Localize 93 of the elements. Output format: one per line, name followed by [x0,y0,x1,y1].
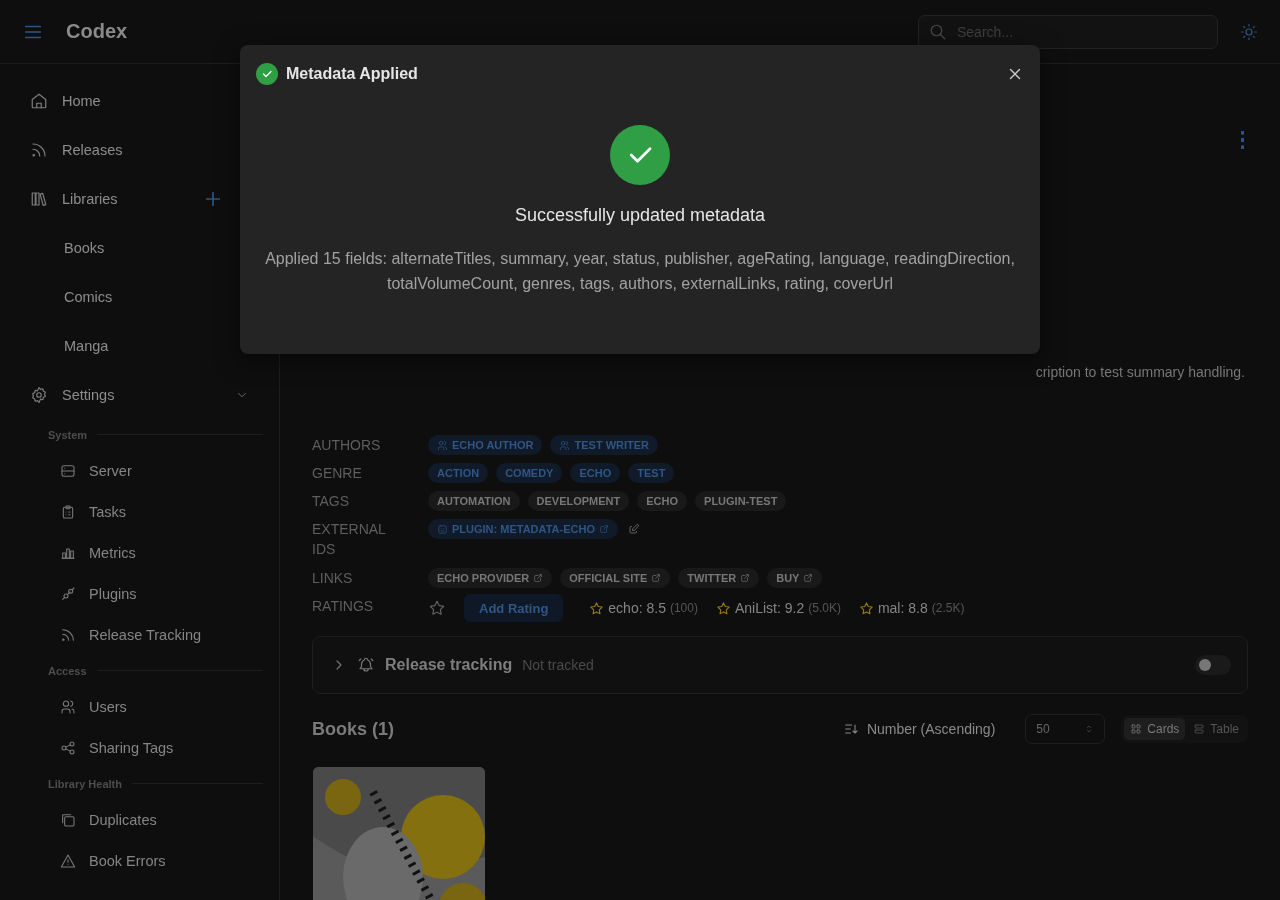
app-title: Codex [66,20,129,43]
sidebar-item[interactable]: Duplicates [0,799,279,840]
field-label: RATINGS [312,597,375,616]
settings-icon [30,385,48,404]
link-chip[interactable]: OFFICIAL SITE [560,568,671,588]
dialog-title: Metadata Applied [286,65,419,83]
tracking-status: Not tracked [522,657,594,673]
rss-icon [60,626,76,643]
tag-chip[interactable]: COMEDY [496,463,563,483]
plus-icon [206,191,220,206]
tag-chip[interactable]: TEST [628,463,675,483]
users-icon [559,439,571,451]
theme-toggle-button[interactable] [1240,22,1258,41]
external-link-icon [803,573,814,583]
link-chip[interactable]: BUY [767,568,823,588]
link-chip[interactable]: TWITTER [678,568,760,588]
tag-chip[interactable]: PLUGIN-TEST [695,491,787,511]
series-summary: cription to test summary handling. [1035,364,1245,380]
page-size-select[interactable]: 50 [1025,714,1106,744]
books-icon [30,189,48,208]
tag-chip[interactable]: AUTOMATION [428,491,520,511]
rating-count: (2.5K) [931,601,965,615]
copy-icon [60,811,76,828]
search-icon [929,22,947,41]
sidebar-item[interactable]: Settings [0,370,279,419]
rating-count: (100) [669,601,698,615]
add-rating-button[interactable]: Add Rating [464,594,564,622]
tag-chip[interactable]: DEVELOPMENT [527,491,630,511]
plug-icon [60,585,76,602]
sort-icon [842,721,859,737]
share-icon [60,739,76,756]
sidebar-item[interactable]: Tasks [0,491,279,532]
check-icon [261,68,273,80]
section-heading: Library Health [48,777,122,790]
edit-button[interactable] [628,523,640,535]
rows-icon [1193,723,1206,735]
bell-icon [357,656,375,674]
link-chip[interactable]: ECHO PROVIDER [428,568,553,588]
grid-icon [1130,723,1143,735]
tracking-toggle[interactable] [1195,655,1231,675]
tag-chip[interactable]: ECHO [570,463,621,483]
sidebar-item[interactable]: Users [0,686,279,727]
section-title: Books (1) [312,718,395,740]
panel-title: Release tracking [385,656,513,674]
edit-icon [628,523,640,535]
sun-icon [1240,22,1258,41]
sidebar-item[interactable]: Release Tracking [0,614,279,655]
dialog-message: Applied 15 fields: alternateTitles, summary, year, status, publisher, ageRating, language, readingDirection, totalVolumeCount, genres, tags, authors, externalLinks, rating, coverUrl [264,249,1016,294]
field-label: GENRE [312,464,363,483]
users-icon [437,439,448,451]
more-options-icon [1240,131,1244,149]
sidebar-item[interactable]: Sharing Tags [0,727,279,768]
field-label: TAGS [312,492,351,511]
rss-icon [30,140,48,159]
star-icon [589,600,605,616]
rating-value: mal: 8.8 [877,600,928,616]
field-label: AUTHORS [312,436,382,455]
sort-button[interactable]: Number (Ascending) [842,721,996,737]
sidebar-item[interactable]: Metrics [0,532,279,573]
external-link-icon [533,573,544,583]
sidebar-item[interactable]: Plugins [0,573,279,614]
sidebar-item[interactable]: Libraries [0,174,279,223]
section-heading: System [48,428,88,441]
link-chip[interactable]: PLUGIN: METADATA-ECHO [428,519,618,539]
section-heading: Access [48,664,87,677]
external-link-icon [651,573,662,583]
star-icon [858,600,874,616]
external-link-icon [740,573,751,583]
tag-chip[interactable]: TEST WRITER [550,435,659,455]
server-icon [60,462,76,479]
sidebar-item[interactable]: Book Errors [0,840,279,881]
home-icon [30,91,48,110]
sidebar-item[interactable]: Home [0,76,279,125]
tag-chip[interactable]: ACTION [428,463,489,483]
external-link-icon [599,524,609,534]
rating-value: AniList: 9.2 [734,600,805,616]
clipboard-icon [60,503,76,520]
warning-icon [60,852,76,869]
tag-chip[interactable]: ECHO [637,491,688,511]
view-toggle[interactable]: Table [1187,718,1245,740]
rating-count: (5.0K) [808,601,841,615]
view-toggle[interactable]: Cards [1124,718,1186,740]
star-icon [715,600,731,616]
tag-chip[interactable]: ECHO AUTHOR [428,435,543,455]
star-icon [428,599,446,617]
field-label: EXTERNAL IDS [312,520,387,559]
field-label: LINKS [312,569,354,588]
sidebar-item[interactable]: Server [0,450,279,491]
dialog-heading: Successfully updated metadata [513,205,767,226]
sidebar-item[interactable]: Releases [0,125,279,174]
rating-value: echo: 8.5 [608,600,666,616]
plugin-icon [437,523,448,535]
users-icon [60,698,76,715]
